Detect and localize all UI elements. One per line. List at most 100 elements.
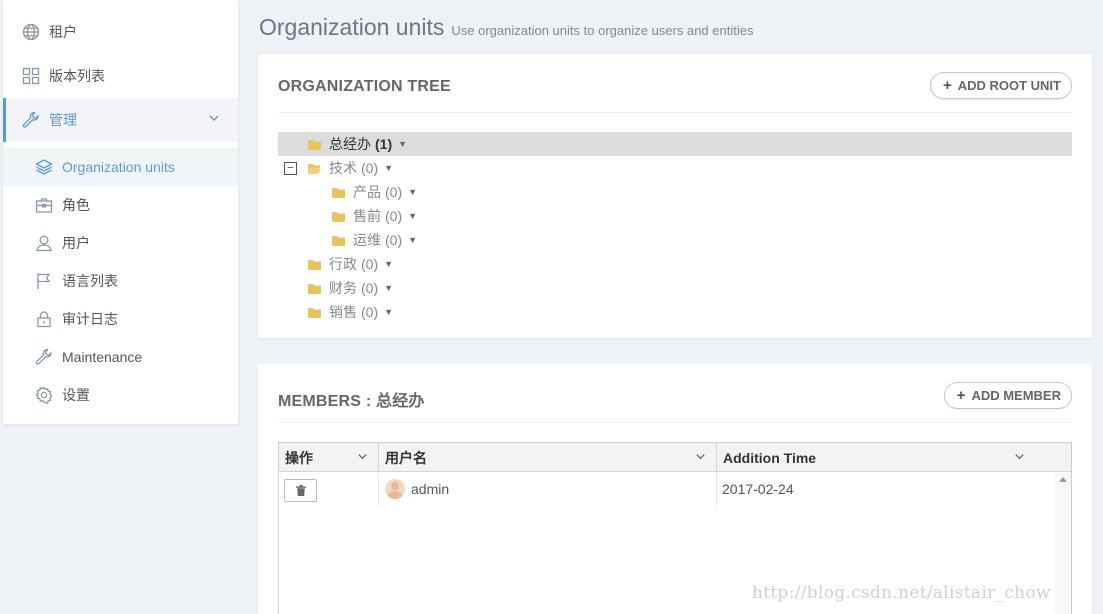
tree-node-count: (1) [375,136,393,152]
caret-down-icon[interactable]: ▼ [384,307,393,317]
panel-title: ORGANIZATION TREE [278,78,451,95]
tree-node[interactable]: 财务 (0) ▼ [278,276,578,300]
button-label: ADD ROOT UNIT [957,78,1061,93]
folder-icon [332,235,345,246]
table-scrollbar[interactable] [1055,473,1071,614]
folder-icon [308,259,321,270]
tree-node-count: (0) [385,184,403,200]
members-panel: MEMBERS : 总经办 + ADD MEMBER 操作 用户名 Additi… [258,364,1092,614]
column-header-username[interactable]: 用户名 [379,443,717,472]
wrench-icon [21,110,41,130]
sidebar-item-audit-logs[interactable]: 审计日志 [3,300,238,338]
trash-icon [295,483,306,499]
caret-down-icon[interactable]: ▼ [408,211,417,221]
sidebar-item-label: 角色 [62,197,90,213]
sidebar-item-languages[interactable]: 语言列表 [3,262,238,300]
chevron-down-icon [208,111,220,127]
sidebar-item-tenants[interactable]: 租户 [3,13,238,51]
tree-node[interactable]: 运维 (0) ▼ [278,228,578,252]
add-root-unit-button[interactable]: + ADD ROOT UNIT [929,72,1072,99]
folder-icon [308,307,321,318]
tree-node[interactable]: 售前 (0) ▼ [278,204,578,228]
wrench-icon [34,347,54,367]
actions-cell [279,473,379,505]
caret-down-icon[interactable]: ▼ [384,163,393,173]
column-header-actions[interactable]: 操作 [279,443,379,472]
sidebar-item-roles[interactable]: 角色 [3,186,238,224]
column-header-addition-time[interactable]: Addition Time [717,443,1071,472]
sidebar-item-label: 审计日志 [62,311,118,327]
delete-member-button[interactable] [284,479,317,502]
folder-icon [308,139,321,150]
tree-node-label: 行政 [329,256,357,272]
sidebar-item-organization-units[interactable]: Organization units [3,148,238,186]
button-label: ADD MEMBER [971,388,1061,403]
sidebar-item-administration[interactable]: 管理 [3,98,238,142]
username: admin [411,481,450,497]
sidebar-item-editions[interactable]: 版本列表 [3,57,238,95]
chevron-down-icon[interactable] [357,449,368,465]
grid-icon [21,66,41,86]
sidebar-item-label: Organization units [62,159,175,175]
caret-down-icon[interactable]: ▼ [398,139,407,149]
tree-node-count: (0) [361,256,379,272]
folder-icon [332,187,345,198]
avatar [385,479,405,499]
column-label: 用户名 [385,449,427,466]
divider [278,112,1072,113]
tree-node-label: 技术 [329,160,357,176]
layers-icon [34,157,54,177]
tree-node-label: 销售 [329,304,357,320]
sidebar-item-label: 设置 [62,387,90,403]
plus-icon: + [956,387,966,404]
scroll-up-icon[interactable] [1059,477,1067,482]
sidebar-item-label: 版本列表 [49,68,105,84]
tree-node[interactable]: 销售 (0) ▼ [278,300,578,324]
tree-node-count: (0) [361,280,379,296]
tree-node-label: 运维 [353,232,381,248]
tree-node-label: 售前 [353,208,381,224]
folder-open-icon [308,163,321,174]
caret-down-icon[interactable]: ▼ [384,259,393,269]
tree-node[interactable]: 总经办 (1) ▼ [278,132,1072,156]
sidebar-item-maintenance[interactable]: Maintenance [3,338,238,376]
organization-tree-panel: ORGANIZATION TREE + ADD ROOT UNIT 总经办 (1… [258,54,1092,338]
divider [278,422,1072,423]
sidebar-item-label: 用户 [62,235,90,251]
table-header: 操作 用户名 Addition Time [279,443,1071,472]
gear-icon [34,385,54,405]
tree-node[interactable]: 技术 (0) ▼ [278,156,578,180]
tree-node-label: 产品 [353,184,381,200]
tree-node-count: (0) [385,232,403,248]
sidebar-item-label: 管理 [49,112,77,128]
sidebar-item-label: Maintenance [62,349,143,365]
tree-node-count: (0) [361,304,379,320]
globe-icon [21,22,41,42]
chevron-down-icon[interactable] [695,449,706,465]
add-member-button[interactable]: + ADD MEMBER [943,382,1072,409]
caret-down-icon[interactable]: ▼ [408,187,417,197]
table-row[interactable]: admin 2017-02-24 [279,473,1055,505]
tree-node-count: (0) [361,160,379,176]
tree-node[interactable]: 行政 (0) ▼ [278,252,578,276]
folder-icon [308,283,321,294]
column-label: Addition Time [723,449,817,466]
addition-time-cell: 2017-02-24 [717,473,1055,505]
lock-icon [34,309,54,329]
user-icon [34,233,54,253]
addition-time: 2017-02-24 [722,481,794,497]
username-cell: admin [379,473,717,505]
tree-node-count: (0) [385,208,403,224]
sidebar-item-users[interactable]: 用户 [3,224,238,262]
caret-down-icon[interactable]: ▼ [384,283,393,293]
folder-icon [332,211,345,222]
chevron-down-icon[interactable] [1014,449,1025,465]
plus-icon: + [942,77,952,94]
caret-down-icon[interactable]: ▼ [408,235,417,245]
flag-icon [34,271,54,291]
sidebar-item-settings[interactable]: 设置 [3,376,238,414]
tree-node[interactable]: 产品 (0) ▼ [278,180,578,204]
panel-title: MEMBERS : 总经办 [278,393,425,410]
sidebar-item-label: 语言列表 [62,273,118,289]
page-subtitle: Use organization units to organize users… [451,23,754,38]
